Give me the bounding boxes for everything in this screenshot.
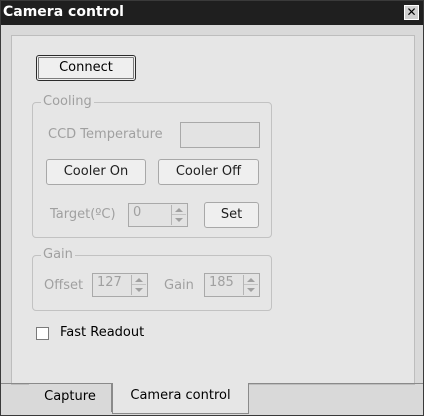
tab-capture[interactable]: Capture (29, 384, 112, 412)
ccd-temperature-field (180, 122, 260, 148)
cooler-off-button[interactable]: Cooler Off (158, 159, 259, 185)
cooler-on-button[interactable]: Cooler On (46, 159, 146, 185)
ccd-temperature-label: CCD Temperature (48, 127, 163, 142)
gain-group: Gain Offset 127 Gain 185 (32, 248, 272, 311)
offset-spinbox[interactable]: 127 (92, 273, 148, 297)
fast-readout-checkbox[interactable] (36, 327, 49, 340)
gain-legend: Gain (41, 247, 75, 262)
target-spinbox[interactable]: 0 (128, 203, 188, 227)
offset-spinner[interactable] (131, 275, 146, 295)
gain-value: 185 (209, 275, 234, 290)
cooling-group: Cooling CCD Temperature Cooler On Cooler… (32, 95, 272, 238)
tab-camera-control[interactable]: Camera control (112, 383, 249, 414)
gain-spinbox[interactable]: 185 (204, 273, 260, 297)
spin-up-icon[interactable] (244, 275, 258, 285)
offset-value: 127 (97, 275, 122, 290)
spin-down-icon[interactable] (132, 285, 146, 295)
camera-control-window: Camera control ✕ Connect Cooling CCD Tem… (0, 0, 424, 416)
fast-readout-label[interactable]: Fast Readout (60, 325, 144, 341)
target-label: Target(ºC) (50, 207, 116, 222)
target-value: 0 (133, 205, 142, 220)
set-button[interactable]: Set (204, 202, 259, 228)
spin-up-icon[interactable] (172, 205, 186, 215)
tab-strip: Capture Camera control (1, 383, 423, 415)
offset-label: Offset (44, 278, 84, 293)
spin-up-icon[interactable] (132, 275, 146, 285)
cooling-legend: Cooling (41, 94, 94, 109)
close-icon[interactable]: ✕ (404, 5, 419, 20)
window-title: Camera control (3, 4, 124, 20)
connect-button[interactable]: Connect (36, 55, 136, 81)
title-bar[interactable]: Camera control ✕ (1, 1, 423, 25)
gain-label: Gain (164, 278, 194, 293)
spin-down-icon[interactable] (172, 215, 186, 225)
camera-control-panel: Connect Cooling CCD Temperature Cooler O… (11, 35, 415, 385)
target-spinner[interactable] (171, 205, 186, 225)
spin-down-icon[interactable] (244, 285, 258, 295)
gain-spinner[interactable] (243, 275, 258, 295)
